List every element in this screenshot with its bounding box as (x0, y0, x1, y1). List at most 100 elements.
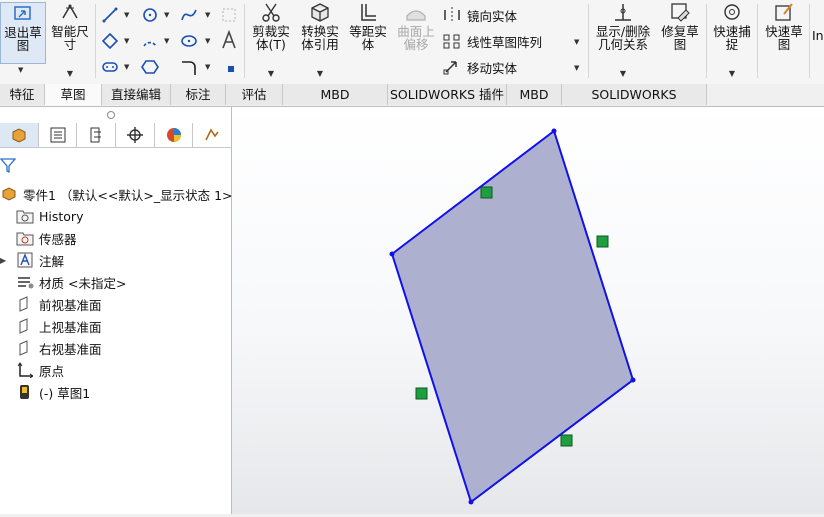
spline-tool-button[interactable] (180, 6, 198, 24)
arc-dropdown[interactable]: ▼ (164, 37, 169, 45)
tab-mbd-dimensions[interactable]: MBD Dimensions (283, 84, 388, 123)
polygon-tool-button[interactable] (141, 58, 159, 76)
offset-entities-button[interactable]: 等距实 体 (345, 0, 391, 84)
ellipse-tool-button[interactable] (180, 32, 198, 50)
tree-item-history[interactable]: History (16, 205, 83, 227)
offset-on-surface-button[interactable]: 曲面上 偏移 (393, 0, 439, 84)
rapid-sketch-button[interactable]: 快速草 图 (760, 0, 808, 84)
move-entities-dropdown[interactable]: ▼ (574, 64, 579, 72)
feature-manager-tab[interactable] (0, 123, 39, 147)
move-icon (441, 58, 463, 76)
rectangle-dropdown[interactable]: ▼ (124, 37, 129, 45)
sketch-icon (16, 383, 34, 401)
rapid-sketch-label: 快速草 图 (765, 24, 803, 52)
expand-arrow-icon[interactable]: ▶ (0, 256, 16, 265)
mirror-entities-button[interactable]: 镜向实体 (441, 4, 517, 26)
spline-dropdown[interactable]: ▼ (205, 11, 210, 19)
spline-icon (181, 9, 197, 21)
repair-sketch-button[interactable]: 修复草 图 (657, 0, 703, 84)
tab-markup[interactable]: 标注 (171, 84, 226, 105)
dimxpert-manager-tab[interactable] (116, 123, 155, 147)
display-delete-relations-button[interactable]: 显示/删除 几何关系 ▼ (591, 0, 655, 84)
mirror-entities-label: 镜向实体 (467, 8, 518, 24)
parallel-relation-marker[interactable] (415, 387, 428, 400)
sketch-vertex[interactable] (468, 499, 474, 505)
linear-pattern-dropdown[interactable]: ▼ (574, 38, 579, 46)
offset-entities-label: 等距实 体 (349, 24, 387, 52)
tab-sketch[interactable]: 草图 (45, 84, 102, 106)
sketch-canvas[interactable] (232, 107, 824, 514)
sketch-parallelogram[interactable] (391, 130, 634, 503)
tree-item-sketch1[interactable]: (-) 草图1 (16, 381, 90, 403)
tab-solidworks-addins[interactable]: SOLIDWORKS 插件 (388, 84, 507, 105)
repair-sketch-icon (671, 3, 690, 22)
quick-snaps-button[interactable]: 快速捕 捉 ▼ (709, 0, 755, 84)
tree-item-origin[interactable]: 原点 (16, 359, 64, 381)
point-tool-button[interactable] (222, 60, 240, 78)
tab-direct-editing[interactable]: 直接编辑 (102, 84, 171, 105)
offset-entities-icon (361, 4, 376, 21)
fillet-icon (182, 61, 196, 75)
exit-sketch-dropdown[interactable]: ▼ (18, 66, 23, 74)
linear-pattern-button[interactable]: 线性草图阵列 (441, 30, 542, 52)
slot-dropdown[interactable]: ▼ (124, 63, 129, 71)
tree-item-material[interactable]: 材质 <未指定> (16, 271, 126, 293)
configuration-manager-icon (90, 127, 102, 143)
move-entities-button[interactable]: 移动实体 (441, 56, 517, 78)
tab-evaluate[interactable]: 评估 (226, 84, 283, 105)
circle-tool-button[interactable] (141, 6, 159, 24)
rectangle-tool-button[interactable] (101, 32, 119, 50)
panel-collapse-handle[interactable] (107, 111, 115, 119)
slot-tool-button[interactable] (101, 58, 119, 76)
line-tool-button[interactable] (101, 6, 119, 24)
parallel-relation-marker[interactable] (596, 235, 609, 248)
fillet-tool-button[interactable] (180, 58, 198, 76)
tree-root-label: 零件1 （默认<<默认>_显示状态 1>） (23, 187, 245, 203)
fillet-dropdown[interactable]: ▼ (205, 63, 210, 71)
exit-sketch-button[interactable]: 退出草 图 (0, 2, 46, 64)
arc-tool-button[interactable] (141, 32, 159, 50)
tree-item-sensors[interactable]: 传感器 (16, 227, 77, 249)
trim-entities-button[interactable]: 剪裁实 体(T) ▼ (247, 0, 295, 84)
tab-features[interactable]: 特征 (0, 84, 45, 105)
tab-mbd[interactable]: MBD (507, 84, 562, 105)
trim-entities-dropdown[interactable]: ▼ (268, 69, 274, 78)
tree-root-part[interactable]: 零件1 （默认<<默认>_显示状态 1>） (0, 183, 245, 205)
configuration-manager-tab[interactable] (77, 123, 117, 147)
convert-entities-icon (311, 3, 329, 22)
smart-dimension-icon (62, 4, 78, 19)
sketch-vertex[interactable] (630, 377, 636, 383)
quick-snaps-dropdown[interactable]: ▼ (729, 69, 735, 78)
graphics-area[interactable] (232, 107, 824, 514)
ellipse-dropdown[interactable]: ▼ (205, 37, 210, 45)
relations-dropdown[interactable]: ▼ (620, 69, 626, 78)
display-manager-tab[interactable] (155, 123, 194, 147)
circle-dropdown[interactable]: ▼ (164, 11, 169, 19)
ribbon-separator (809, 4, 810, 78)
circle-icon (143, 8, 157, 22)
ribbon-overflow-label[interactable]: In (812, 28, 824, 43)
linear-pattern-label: 线性草图阵列 (467, 34, 543, 50)
smart-dimension-dropdown[interactable]: ▼ (67, 69, 73, 78)
command-manager-ribbon: 退出草 图 ▼ 智能尺 寸 ▼ ▼ ▼ ▼ ▼ ▼ ▼ ▼ ▼ 剪裁实 体(T)… (0, 0, 824, 85)
cam-manager-tab[interactable] (193, 123, 231, 147)
sketch-vertex[interactable] (551, 128, 557, 134)
parallel-relation-marker[interactable] (560, 434, 573, 447)
convert-entities-dropdown[interactable]: ▼ (317, 69, 323, 78)
tree-item-label: 材质 <未指定> (39, 275, 127, 291)
convert-entities-button[interactable]: 转换实 体引用 ▼ (296, 0, 344, 84)
sketch-vertex[interactable] (389, 251, 395, 257)
tab-solidworks-inspection[interactable]: SOLIDWORKS Inspection (562, 84, 707, 123)
tree-item-annotations[interactable]: ▶ 注解 (0, 249, 64, 271)
property-manager-tab[interactable] (39, 123, 78, 147)
tree-item-top-plane[interactable]: 上视基准面 (16, 315, 102, 337)
tree-item-right-plane[interactable]: 右视基准面 (16, 337, 102, 359)
tree-item-front-plane[interactable]: 前视基准面 (16, 293, 102, 315)
parallel-relation-marker[interactable] (480, 186, 493, 199)
smart-dimension-button[interactable]: 智能尺 寸 ▼ (47, 0, 93, 84)
line-dropdown[interactable]: ▼ (124, 11, 129, 19)
construction-geometry-button[interactable] (220, 6, 238, 24)
display-delete-relations-label: 显示/删除 几何关系 (595, 24, 651, 52)
filter-button[interactable] (0, 157, 17, 176)
text-tool-button[interactable] (220, 30, 238, 49)
